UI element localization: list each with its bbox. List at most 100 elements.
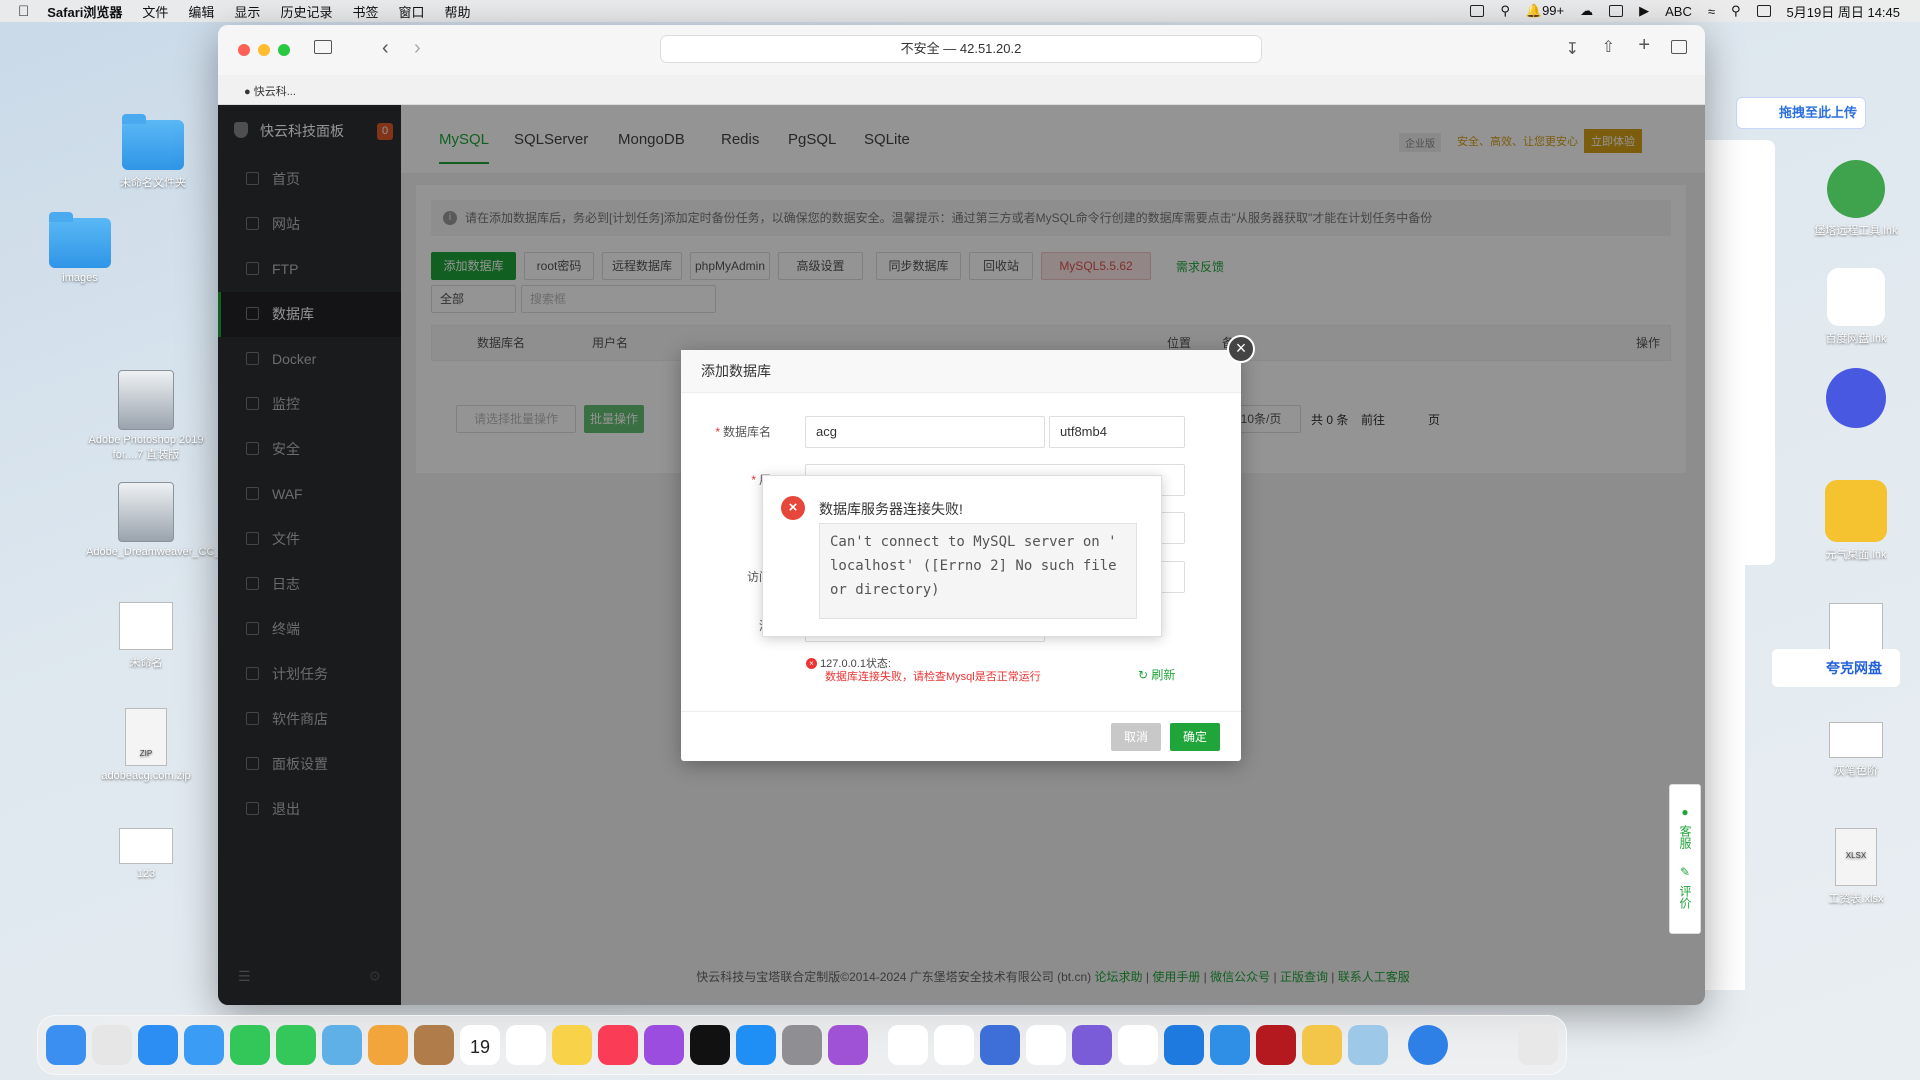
customer-service-float[interactable]: ● 客服 ✎ 评价 — [1669, 784, 1701, 934]
desktop-zip[interactable]: ZIP adobeacg.com.zip — [86, 708, 206, 782]
desktop-label: 123 — [136, 868, 156, 880]
active-tab[interactable]: ● 快云科... — [244, 83, 296, 99]
finder-icon[interactable] — [46, 1025, 86, 1065]
tv-icon[interactable] — [690, 1025, 730, 1065]
menu-edit[interactable]: 编辑 — [188, 2, 214, 21]
cloud-icon[interactable]: ☁ — [1580, 3, 1593, 19]
minimize-window-button[interactable] — [258, 44, 270, 56]
desktop-folder[interactable]: 未命名文件夹 — [93, 114, 213, 190]
apple-icon[interactable]:  — [18, 3, 29, 20]
desktop-bt-remote[interactable]: 堡塔远程工具.lnk — [1796, 160, 1916, 238]
screen-icon[interactable] — [1609, 5, 1624, 17]
baidu-netdisk-icon[interactable] — [934, 1025, 974, 1065]
clock[interactable]: 5月19日 周日 14:45 — [1787, 2, 1900, 21]
photos-icon[interactable] — [368, 1025, 408, 1065]
menu-bookmarks[interactable]: 书签 — [352, 2, 378, 21]
preview-icon[interactable] — [1348, 1025, 1388, 1065]
zoom-window-button[interactable] — [278, 44, 290, 56]
desktop-huibi-2[interactable]: 灰笔色阶 — [1796, 722, 1916, 778]
feedback-icon[interactable] — [828, 1025, 868, 1065]
ie-icon[interactable] — [1408, 1025, 1448, 1065]
desktop-doc-123[interactable]: 123 — [86, 828, 206, 880]
charset-select[interactable]: utf8mb4 — [1049, 416, 1185, 448]
desktop-label: 灰笔色阶 — [1834, 765, 1878, 777]
yuanqi-icon — [1825, 480, 1887, 542]
reminders-icon[interactable] — [506, 1025, 546, 1065]
desktop-folder-images[interactable]: images — [20, 212, 140, 284]
menu-window[interactable]: 窗口 — [398, 2, 424, 21]
music-icon[interactable] — [598, 1025, 638, 1065]
dbname-input[interactable]: acg — [805, 416, 1045, 448]
desktop-doc[interactable]: 未命名 — [86, 602, 206, 670]
confirm-button[interactable]: 确定 — [1170, 723, 1220, 751]
menu-app-name[interactable]: Safari浏览器 — [47, 2, 122, 21]
drive-icon — [118, 482, 174, 542]
folder-icon[interactable] — [1302, 1025, 1342, 1065]
app-icon[interactable] — [1072, 1025, 1112, 1065]
desktop-label: 未命名 — [129, 657, 163, 669]
qq-icon[interactable] — [1118, 1025, 1158, 1065]
status-app-icon[interactable] — [1470, 5, 1485, 17]
contacts-icon[interactable] — [414, 1025, 454, 1065]
desktop-label: 未命名文件夹 — [120, 177, 186, 189]
sidebar-icon[interactable] — [314, 40, 332, 54]
podcasts-icon[interactable] — [644, 1025, 684, 1065]
desktop-yuanqi[interactable]: 元气桌面.lnk — [1796, 480, 1916, 562]
flash-icon[interactable] — [1256, 1025, 1296, 1065]
address-bar[interactable]: 不安全 — 42.51.20.2 — [660, 35, 1262, 63]
edge-icon[interactable] — [1210, 1025, 1250, 1065]
dialog-title: 添加数据库 — [681, 350, 1241, 393]
wifi-icon[interactable]: ≈ — [1708, 4, 1715, 19]
launchpad-icon[interactable] — [92, 1025, 132, 1065]
forward-icon[interactable]: › — [414, 37, 421, 60]
desktop-drive-dreamweaver[interactable]: Adobe_Dreamweaver_CC_..._v19.2.1 — [86, 482, 272, 558]
tabs-overview-icon[interactable] — [1671, 40, 1687, 54]
desktop-drive-photoshop[interactable]: Adobe Photoshop 2019 for....7 直装版 — [86, 370, 206, 462]
menu-history[interactable]: 历史记录 — [280, 2, 332, 21]
safari-icon[interactable] — [138, 1025, 178, 1065]
facetime-icon[interactable] — [230, 1025, 270, 1065]
new-tab-icon[interactable]: + — [1638, 34, 1650, 57]
desktop-label: 工资表.xlsx — [1828, 893, 1884, 905]
trash-icon[interactable] — [1518, 1025, 1558, 1065]
calendar-icon[interactable]: 19 — [460, 1025, 500, 1065]
error-line: or directory) — [830, 582, 940, 598]
download-icon[interactable]: ↧ — [1566, 39, 1579, 59]
vm-icon[interactable] — [980, 1025, 1020, 1065]
notification-icon[interactable]: 🔔99+ — [1526, 3, 1564, 19]
close-window-button[interactable] — [238, 44, 250, 56]
menu-help[interactable]: 帮助 — [444, 2, 470, 21]
label-password: * — [681, 519, 771, 533]
desktop-baidu[interactable]: 百度网盘.lnk — [1796, 268, 1916, 346]
upload-drop-button[interactable]: 拖拽至此上传 — [1736, 97, 1866, 129]
share-icon[interactable]: ⇧ — [1602, 37, 1615, 57]
cancel-button[interactable]: 取消 — [1111, 723, 1161, 751]
messages-icon[interactable] — [276, 1025, 316, 1065]
system-settings-icon[interactable] — [782, 1025, 822, 1065]
desktop-label: adobeacg.com.zip — [101, 770, 191, 782]
service-label[interactable]: 客服 — [1678, 825, 1692, 849]
notes-icon[interactable] — [552, 1025, 592, 1065]
app-store-icon[interactable] — [736, 1025, 776, 1065]
fork-icon[interactable]: ⚲ — [1500, 3, 1510, 19]
control-center-icon[interactable] — [1756, 5, 1771, 17]
play-icon[interactable]: ▶ — [1639, 3, 1649, 19]
wps-icon[interactable] — [1026, 1025, 1066, 1065]
netdisk-icon[interactable] — [888, 1025, 928, 1065]
windows-icon[interactable] — [1164, 1025, 1204, 1065]
search-icon[interactable]: ⚲ — [1731, 3, 1741, 19]
menu-view[interactable]: 显示 — [234, 2, 260, 21]
app-icon — [1826, 368, 1886, 428]
rate-label[interactable]: 评价 — [1678, 885, 1692, 909]
maps-icon[interactable] — [322, 1025, 362, 1065]
close-dialog-button[interactable]: × — [1227, 335, 1255, 363]
desktop-xlsx[interactable]: XLSX 工资表.xlsx — [1796, 828, 1916, 906]
input-method[interactable]: ABC — [1665, 4, 1692, 19]
back-icon[interactable]: ‹ — [382, 37, 389, 60]
desktop-huibi[interactable] — [1796, 603, 1916, 655]
kuake-netdisk-button[interactable]: 夸克网盘 — [1772, 649, 1900, 687]
menu-file[interactable]: 文件 — [142, 2, 168, 21]
refresh-link[interactable]: ↻ 刷新 — [1138, 666, 1175, 683]
mail-icon[interactable] — [184, 1025, 224, 1065]
desktop-circle-app[interactable] — [1796, 368, 1916, 432]
